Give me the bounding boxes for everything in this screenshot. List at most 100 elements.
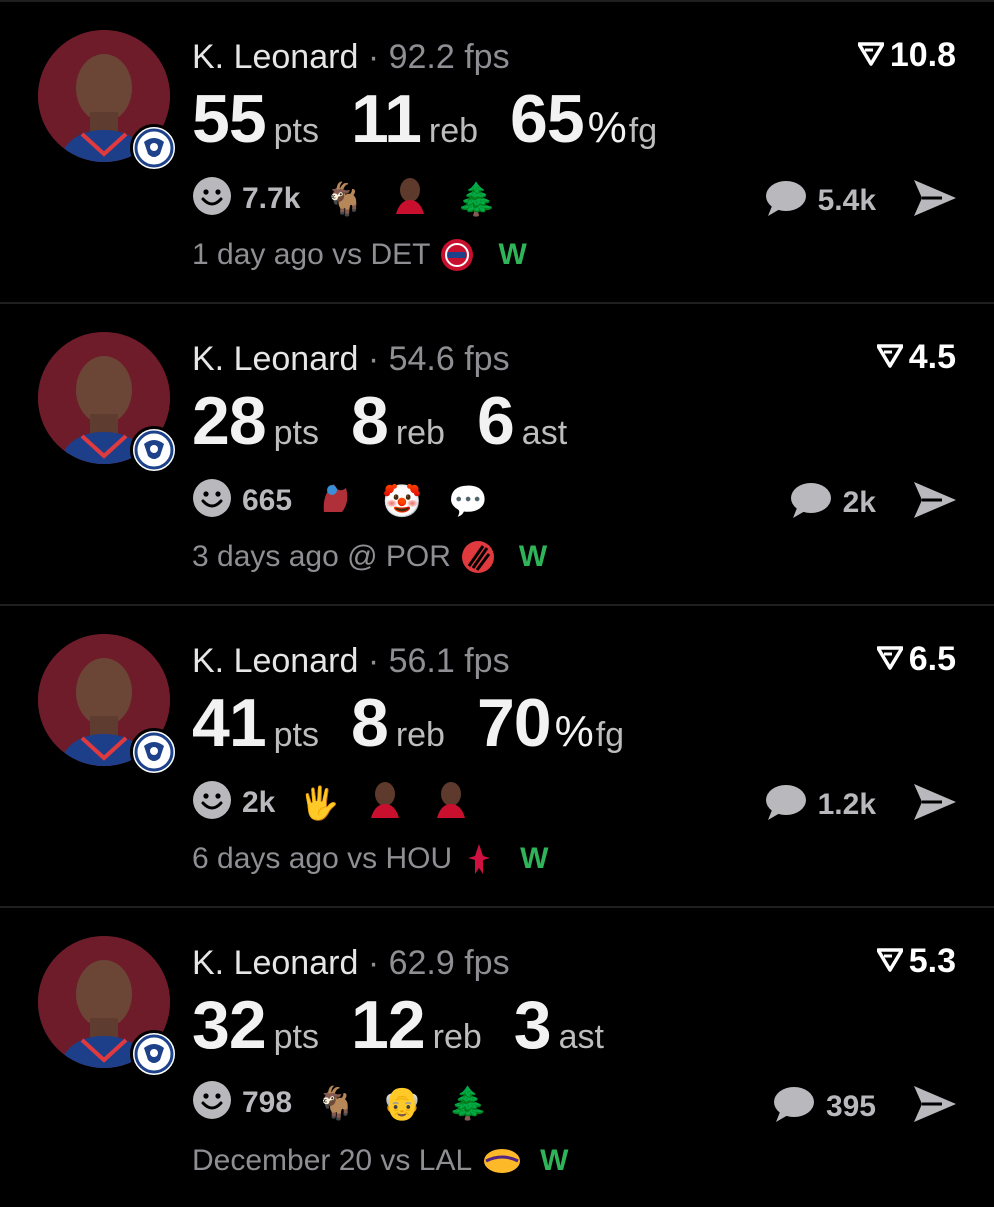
comment-bubble-icon — [764, 178, 808, 223]
reaction-emoji: 👴 — [382, 1084, 422, 1121]
separator: · — [367, 944, 380, 982]
game-card[interactable]: K. Leonard · 92.2 fps 10.8 55 pts 11 reb 65% fg… — [0, 0, 994, 301]
team-badge-icon — [130, 426, 178, 474]
reactions-row: 2k 🖐 — [192, 778, 473, 827]
smiley-icon[interactable] — [192, 1080, 232, 1125]
score-icon — [875, 640, 904, 679]
team-badge-icon — [130, 1030, 178, 1078]
reactions-row: 665 🤡 💬 — [192, 476, 490, 525]
separator: · — [367, 38, 380, 76]
stat-unit: pts — [273, 112, 319, 150]
reaction-count: 7.7k — [242, 181, 301, 215]
team-badge-icon — [130, 728, 178, 776]
stat-value: 28 — [192, 383, 267, 459]
reaction-count: 798 — [242, 1085, 293, 1119]
stat-value: 41 — [192, 685, 267, 761]
share-icon[interactable] — [912, 782, 958, 827]
stat-unit: fg — [628, 112, 658, 150]
score-value: 4.5 — [908, 338, 956, 376]
team-badge-icon — [130, 124, 178, 172]
stat-value: 8 — [351, 685, 389, 761]
score-value: 10.8 — [889, 36, 956, 74]
game-date-opponent[interactable]: 3 days ago @ POR — [192, 540, 451, 574]
game-card[interactable]: K. Leonard · 56.1 fps 6.5 41 pts 8 reb 70% fg 2k… — [0, 604, 994, 905]
game-date-opponent[interactable]: 1 day ago vs DET — [192, 238, 430, 272]
lakers-logo-icon — [482, 1144, 521, 1178]
player-name[interactable]: K. Leonard — [192, 642, 358, 680]
stat-unit: pts — [273, 414, 319, 452]
fps-value: 62.9 fps — [388, 944, 510, 982]
stat-percent-sign: % — [587, 103, 627, 152]
smiley-icon[interactable] — [192, 478, 232, 523]
stat-unit: reb — [395, 414, 445, 452]
smiley-icon[interactable] — [192, 176, 232, 221]
score-indicator: 10.8 — [857, 36, 956, 75]
fps-value: 92.2 fps — [388, 38, 510, 76]
card-title: K. Leonard · 92.2 fps — [192, 38, 510, 77]
stat-value: 55 — [192, 81, 267, 157]
reaction-emoji: 🤡 — [382, 482, 422, 519]
comment-count: 2k — [842, 485, 876, 519]
stat-line: 28 pts 8 reb 6 ast — [192, 382, 599, 460]
stat-value: 70 — [476, 685, 552, 761]
score-value: 6.5 — [908, 640, 956, 678]
reaction-emoji: 🌲 — [448, 1084, 488, 1121]
reaction-emoji: 💬 — [448, 482, 488, 519]
stat-unit: pts — [273, 1018, 319, 1056]
player-name[interactable]: K. Leonard — [192, 944, 358, 982]
stat-unit: reb — [395, 716, 445, 754]
score-icon — [857, 36, 885, 75]
player-name[interactable]: K. Leonard — [192, 340, 358, 378]
reactions-row: 798 🐐 👴 🌲 — [192, 1080, 490, 1125]
game-card[interactable]: K. Leonard · 62.9 fps 5.3 32 pts 12 reb 3 ast 79… — [0, 906, 994, 1207]
game-footer: 1 day ago vs DET W — [192, 238, 527, 272]
kawhi-face-emoji — [429, 778, 473, 827]
stat-value: 32 — [192, 987, 267, 1063]
game-date-opponent[interactable]: 6 days ago vs HOU — [192, 842, 452, 876]
player-name[interactable]: K. Leonard — [192, 38, 358, 76]
fps-value: 56.1 fps — [388, 642, 510, 680]
share-icon[interactable] — [912, 1084, 958, 1129]
game-footer: 3 days ago @ POR W — [192, 540, 547, 574]
card-title: K. Leonard · 56.1 fps — [192, 642, 510, 681]
stat-value: 12 — [351, 987, 426, 1063]
stat-unit: reb — [432, 1018, 482, 1056]
reaction-count: 665 — [242, 483, 293, 517]
card-title: K. Leonard · 62.9 fps — [192, 944, 510, 983]
kawhi-face-emoji — [388, 174, 432, 223]
blazers-logo-icon — [461, 540, 495, 574]
game-result-badge: W — [520, 842, 549, 875]
stat-unit: reb — [428, 112, 479, 150]
score-indicator: 6.5 — [875, 640, 956, 679]
stat-unit: fg — [595, 716, 625, 754]
stat-unit: pts — [273, 716, 319, 754]
score-icon — [875, 338, 904, 377]
score-indicator: 4.5 — [875, 338, 956, 377]
share-icon[interactable] — [912, 480, 958, 525]
stat-percent-sign: % — [554, 707, 594, 756]
stat-value: 11 — [351, 81, 422, 157]
comment-count: 395 — [825, 1089, 876, 1123]
stat-value: 65 — [510, 81, 585, 157]
reaction-count: 2k — [242, 785, 276, 819]
game-footer: December 20 vs LAL W — [192, 1144, 568, 1178]
share-icon[interactable] — [912, 178, 958, 223]
comments-button[interactable]: 1.2k — [764, 782, 876, 827]
stat-line: 41 pts 8 reb 70% fg — [192, 684, 656, 762]
fire-dragon-emoji — [314, 476, 358, 525]
comments-button[interactable]: 5.4k — [764, 178, 876, 223]
stat-value: 3 — [513, 987, 552, 1063]
score-indicator: 5.3 — [875, 942, 956, 981]
smiley-icon[interactable] — [192, 780, 232, 825]
rockets-logo-icon — [462, 842, 496, 876]
pistons-logo-icon — [440, 238, 474, 272]
game-date-opponent[interactable]: December 20 vs LAL — [192, 1144, 472, 1178]
comments-button[interactable]: 395 — [772, 1084, 876, 1129]
game-card[interactable]: K. Leonard · 54.6 fps 4.5 28 pts 8 reb 6 ast 665… — [0, 302, 994, 603]
stat-value: 6 — [476, 383, 515, 459]
comment-count: 1.2k — [817, 787, 876, 821]
reaction-emoji: 🖐 — [299, 784, 340, 821]
comments-button[interactable]: 2k — [789, 480, 876, 525]
game-result-badge: W — [518, 540, 548, 573]
separator: · — [367, 642, 380, 680]
